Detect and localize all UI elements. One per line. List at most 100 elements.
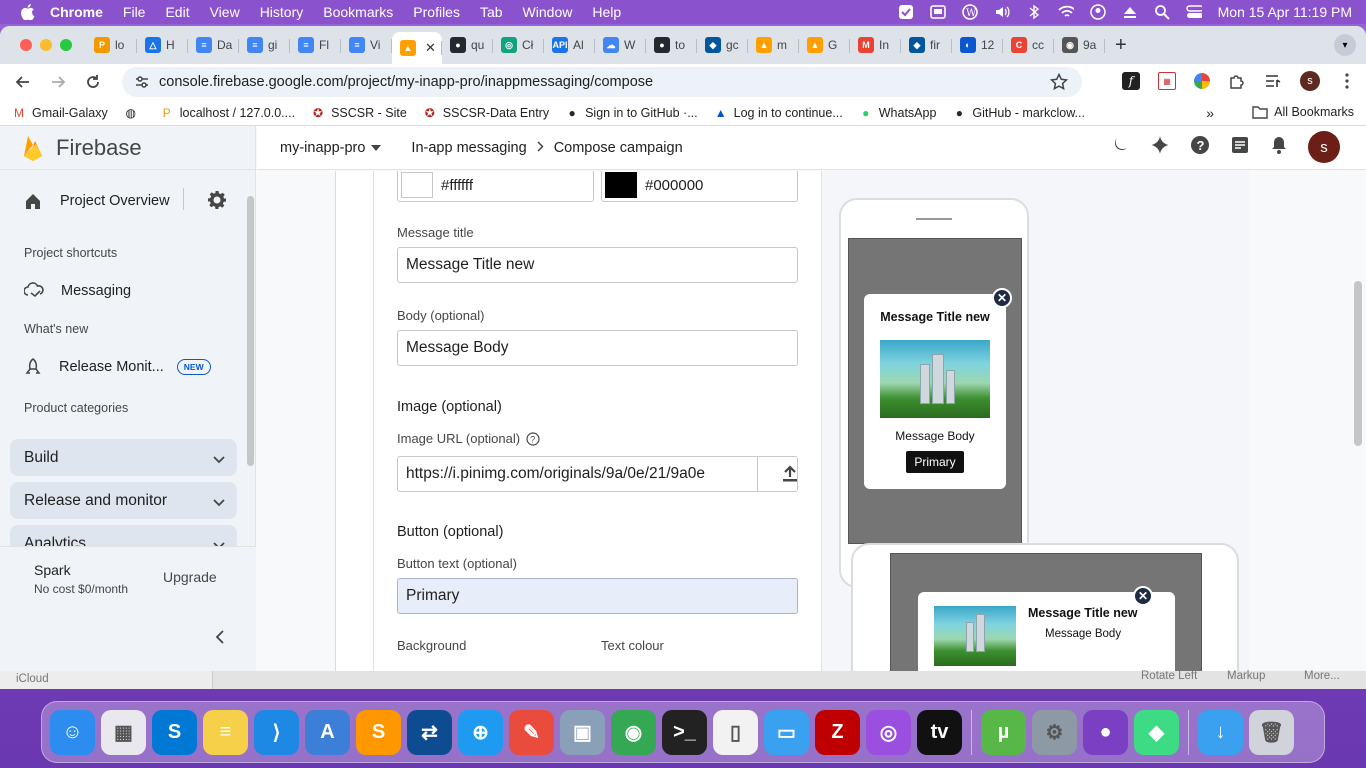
menu-window[interactable]: Window: [523, 4, 573, 20]
browser-tab[interactable]: ▲ ✕: [392, 32, 442, 64]
dock-system-settings-icon[interactable]: ⚙: [1032, 709, 1077, 755]
category-release-and-monitor[interactable]: Release and monitor: [10, 482, 237, 519]
status-window-icon[interactable]: [929, 4, 946, 20]
bookmark-item[interactable]: ✪ SSCSR-Data Entry: [423, 106, 549, 120]
menu-edit[interactable]: Edit: [165, 4, 189, 20]
project-selector[interactable]: my-inapp-pro: [280, 140, 382, 156]
bookmark-item[interactable]: ● WhatsApp: [859, 106, 936, 120]
chrome-menu-icon[interactable]: [1338, 72, 1356, 90]
help-circle-icon[interactable]: ?: [526, 431, 540, 446]
dock-utorrent-icon[interactable]: µ: [981, 709, 1026, 755]
gear-icon[interactable]: [207, 190, 227, 215]
tab-search-icon[interactable]: ▾: [1334, 34, 1356, 56]
browser-tab[interactable]: ▲ G: [799, 30, 850, 60]
background-color-swatch[interactable]: [401, 172, 433, 198]
breadcrumb-in-app-messaging[interactable]: In-app messaging: [411, 140, 526, 156]
browser-tab[interactable]: ● qu: [442, 30, 493, 60]
browser-tab[interactable]: M In: [850, 30, 901, 60]
browser-tab[interactable]: ☁ W: [595, 30, 646, 60]
dock-safari-icon[interactable]: ⊕: [458, 709, 503, 755]
minimize-window-button[interactable]: [40, 39, 52, 51]
menu-profiles[interactable]: Profiles: [413, 4, 460, 20]
markup-button[interactable]: Markup: [1227, 670, 1265, 682]
site-settings-icon[interactable]: [134, 74, 150, 90]
browser-tab[interactable]: ◉ 9a: [1054, 30, 1105, 60]
body-input[interactable]: Message Body: [397, 330, 798, 366]
back-icon[interactable]: [13, 72, 33, 92]
new-tab-button[interactable]: +: [1115, 34, 1127, 57]
zoom-window-button[interactable]: [60, 39, 72, 51]
dock-vscode-icon[interactable]: ⟩: [254, 709, 299, 755]
dock-podcasts-icon[interactable]: ◎: [866, 709, 911, 755]
menu-clock[interactable]: Mon 15 Apr 11:19 PM: [1218, 4, 1352, 20]
browser-tab[interactable]: ◐ 12: [952, 30, 1003, 60]
notifications-bell-icon[interactable]: [1270, 135, 1288, 160]
dock-android-studio-icon[interactable]: ◆: [1134, 709, 1179, 755]
dock-launchpad-icon[interactable]: ▦: [101, 709, 146, 755]
eject-icon[interactable]: [1122, 4, 1138, 20]
help-icon[interactable]: ?: [1190, 135, 1210, 160]
collapse-sidebar-icon[interactable]: [215, 630, 225, 649]
browser-tab[interactable]: ≡ Fl: [290, 30, 341, 60]
dock-notes-icon[interactable]: ≡: [203, 709, 248, 755]
browser-tab[interactable]: ◎ Cł: [493, 30, 544, 60]
extensions-puzzle-icon[interactable]: [1228, 72, 1246, 90]
address-bar[interactable]: console.firebase.google.com/project/my-i…: [122, 67, 1082, 97]
button-text-input[interactable]: Primary: [397, 578, 798, 614]
dock-textedit-icon[interactable]: ▯: [713, 709, 758, 755]
more-button[interactable]: More...: [1304, 670, 1340, 682]
upgrade-button[interactable]: Upgrade: [163, 569, 217, 585]
rotate-left-button[interactable]: Rotate Left: [1141, 670, 1197, 682]
project-overview-link[interactable]: Project Overview: [24, 192, 170, 210]
dock-apple-tv-icon[interactable]: tv: [917, 709, 962, 755]
menu-tab[interactable]: Tab: [480, 4, 503, 20]
bookmarks-overflow-icon[interactable]: »: [1206, 105, 1214, 121]
dock-finder-icon[interactable]: ☺: [50, 709, 95, 755]
firebase-logo[interactable]: Firebase: [22, 134, 142, 162]
formula-extension-icon[interactable]: f: [1122, 72, 1140, 90]
control-center-icon[interactable]: [1185, 4, 1202, 20]
close-tab-icon[interactable]: ✕: [425, 40, 436, 56]
bluetooth-icon[interactable]: [1026, 4, 1042, 20]
bookmark-item[interactable]: ◍: [124, 106, 144, 120]
text-color-field[interactable]: #000000: [601, 171, 798, 202]
dock-github-desktop-icon[interactable]: ●: [1083, 709, 1128, 755]
dock-image-capture-icon[interactable]: ▣: [560, 709, 605, 755]
account-avatar[interactable]: s: [1308, 131, 1340, 163]
menu-bookmarks[interactable]: Bookmarks: [323, 4, 393, 20]
browser-tab[interactable]: ● to: [646, 30, 697, 60]
main-scrollbar[interactable]: [1354, 281, 1362, 446]
browser-tab[interactable]: Plo: [86, 30, 137, 60]
background-color-value[interactable]: #ffffff: [441, 177, 473, 194]
forward-icon[interactable]: [48, 72, 68, 92]
browser-tab[interactable]: Ccc: [1003, 30, 1054, 60]
dock-chrome-icon[interactable]: ◉: [611, 709, 656, 755]
browser-tab[interactable]: ≡ gi: [239, 30, 290, 60]
message-title-input[interactable]: Message Title new: [397, 247, 798, 283]
category-build[interactable]: Build: [10, 439, 237, 476]
release-notes-icon[interactable]: [1230, 135, 1250, 160]
menu-view[interactable]: View: [210, 4, 240, 20]
bookmark-item[interactable]: ▲ Log in to continue...: [714, 106, 843, 120]
wifi-icon[interactable]: [1057, 4, 1074, 20]
browser-tab[interactable]: △ H: [137, 30, 188, 60]
dock-preview-app-icon[interactable]: ✎: [509, 709, 554, 755]
bookmark-item[interactable]: ● GitHub - markclow...: [952, 106, 1085, 120]
browser-tab[interactable]: ◆ gc: [697, 30, 748, 60]
reading-list-icon[interactable]: [1264, 72, 1282, 90]
sidebar-item-messaging[interactable]: Messaging: [24, 282, 131, 300]
browser-tab[interactable]: ≡ Vi: [341, 30, 392, 60]
dock-files-icon[interactable]: ▭: [764, 709, 809, 755]
menu-help[interactable]: Help: [592, 4, 621, 20]
wordpress-icon[interactable]: W: [961, 4, 978, 20]
background-color-field[interactable]: #ffffff: [397, 171, 594, 202]
bookmark-item[interactable]: M Gmail-Galaxy: [12, 106, 108, 120]
dock-sublime-icon[interactable]: S: [356, 709, 401, 755]
all-bookmarks-button[interactable]: All Bookmarks: [1252, 105, 1354, 119]
dock-skype-icon[interactable]: S: [152, 709, 197, 755]
menu-history[interactable]: History: [260, 4, 304, 20]
calendar-extension-icon[interactable]: ▦: [1158, 72, 1176, 90]
address-url[interactable]: console.firebase.google.com/project/my-i…: [159, 74, 653, 90]
dock-downloads-icon[interactable]: ↓: [1198, 709, 1243, 755]
icloud-label[interactable]: iCloud: [16, 673, 49, 685]
